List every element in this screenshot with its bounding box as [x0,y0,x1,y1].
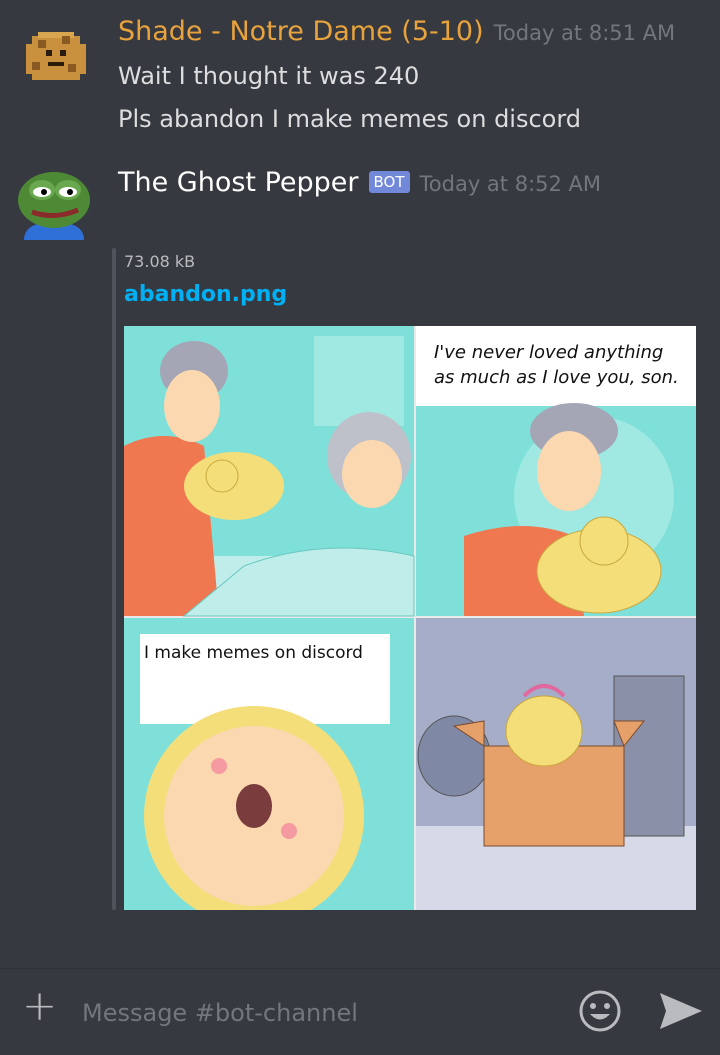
meme-caption-line1: I've never loved anything [434,342,663,363]
message-group-shade: Shade - Notre Dame (5-10) Today at 8:51 A… [0,0,720,150]
attachment-filename-link[interactable]: abandon.png [124,282,287,307]
message-header: The Ghost Pepper BOT Today at 8:52 AM [118,167,601,198]
username[interactable]: The Ghost Pepper [118,167,359,198]
message-text: Wait I thought it was 240 [118,62,420,90]
smiley-icon[interactable] [578,989,622,1033]
plus-icon[interactable]: + [22,985,57,1027]
message-composer: + Message #bot-channel [0,968,720,1055]
timestamp: Today at 8:51 AM [493,21,676,45]
timestamp: Today at 8:52 AM [419,172,602,196]
username[interactable]: Shade - Notre Dame (5-10) [118,16,484,47]
meme-caption-line2: as much as I love you, son. [434,367,679,388]
attachment-size: 73.08 kB [124,252,196,271]
message-header: Shade - Notre Dame (5-10) Today at 8:51 A… [118,16,675,47]
attachment-image[interactable]: I've never loved anything as much as I l… [124,326,696,910]
bot-avatar-pepe[interactable] [14,162,94,242]
bot-badge: BOT [368,171,410,193]
message-text: Pls abandon I make memes on discord [118,105,582,133]
user-avatar-cookie[interactable] [20,22,92,94]
send-arrow-icon[interactable] [656,989,704,1033]
meme-caption-bottom: I make memes on discord [144,643,363,663]
embed-accent-bar [112,248,116,910]
message-input[interactable]: Message #bot-channel [82,999,358,1027]
